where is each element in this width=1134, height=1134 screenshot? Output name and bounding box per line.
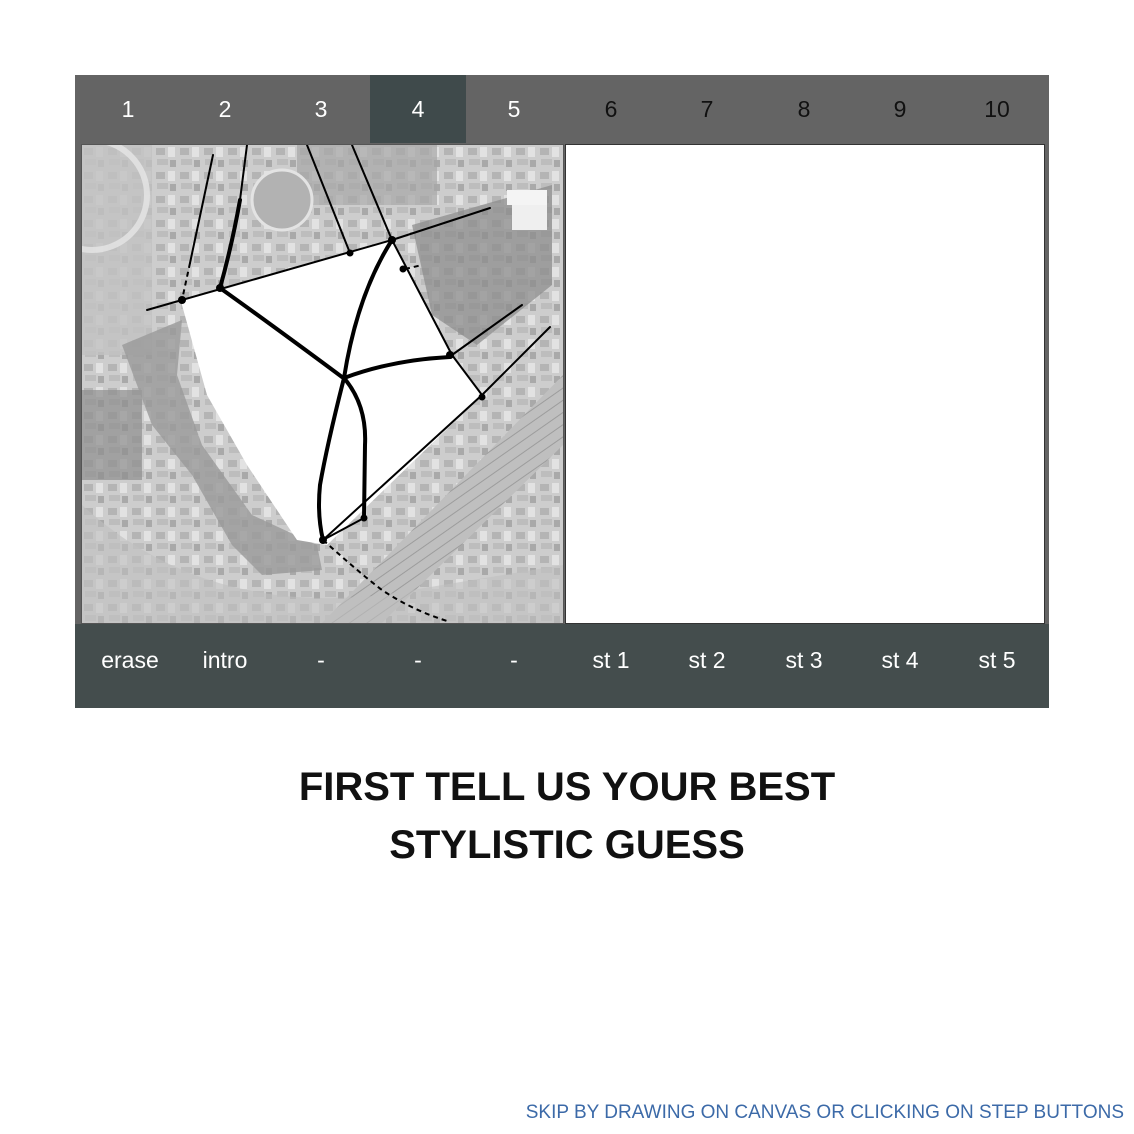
step-tab-8[interactable]: 8 [756, 75, 852, 143]
step-tab-bar: 1 2 3 4 5 6 7 8 9 10 [75, 75, 1049, 143]
empty-button-3[interactable]: - [466, 624, 562, 696]
style-button-4[interactable]: st 4 [852, 624, 948, 696]
instruction-line-1: FIRST TELL US YOUR BEST [298, 765, 836, 809]
skip-hint-text: SKIP BY DRAWING ON CANVAS OR CLICKING ON… [525, 1102, 1124, 1123]
step-tab-5[interactable]: 5 [466, 75, 562, 143]
empty-button-1[interactable]: - [273, 624, 369, 696]
style-button-2[interactable]: st 2 [659, 624, 755, 696]
map-reference-canvas [34, 137, 564, 624]
instruction-line-2: STYLISTIC GUESS [389, 823, 745, 867]
step-tab-2[interactable]: 2 [177, 75, 273, 143]
erase-button[interactable]: erase [82, 624, 178, 696]
aerial-map-drawing [34, 137, 563, 623]
step-tab-4[interactable]: 4 [370, 75, 466, 143]
style-button-1[interactable]: st 1 [563, 624, 659, 696]
drawing-app: 1 2 3 4 5 6 7 8 9 10 erase intro - - - s… [34, 75, 1049, 708]
step-tab-9[interactable]: 9 [852, 75, 948, 143]
step-tab-6[interactable]: 6 [563, 75, 659, 143]
step-tab-10[interactable]: 10 [949, 75, 1045, 143]
step-tab-3[interactable]: 3 [273, 75, 369, 143]
intro-button[interactable]: intro [177, 624, 273, 696]
style-button-3[interactable]: st 3 [756, 624, 852, 696]
drawing-canvas[interactable] [565, 144, 1045, 624]
instruction-heading: FIRST TELL US YOUR BEST STYLISTIC GUESS [0, 758, 1134, 874]
step-tab-1[interactable]: 1 [80, 75, 176, 143]
empty-button-2[interactable]: - [370, 624, 466, 696]
bottom-button-bar: erase intro - - - st 1 st 2 st 3 st 4 st… [75, 624, 1049, 708]
step-tab-7[interactable]: 7 [659, 75, 755, 143]
style-button-5[interactable]: st 5 [949, 624, 1045, 696]
